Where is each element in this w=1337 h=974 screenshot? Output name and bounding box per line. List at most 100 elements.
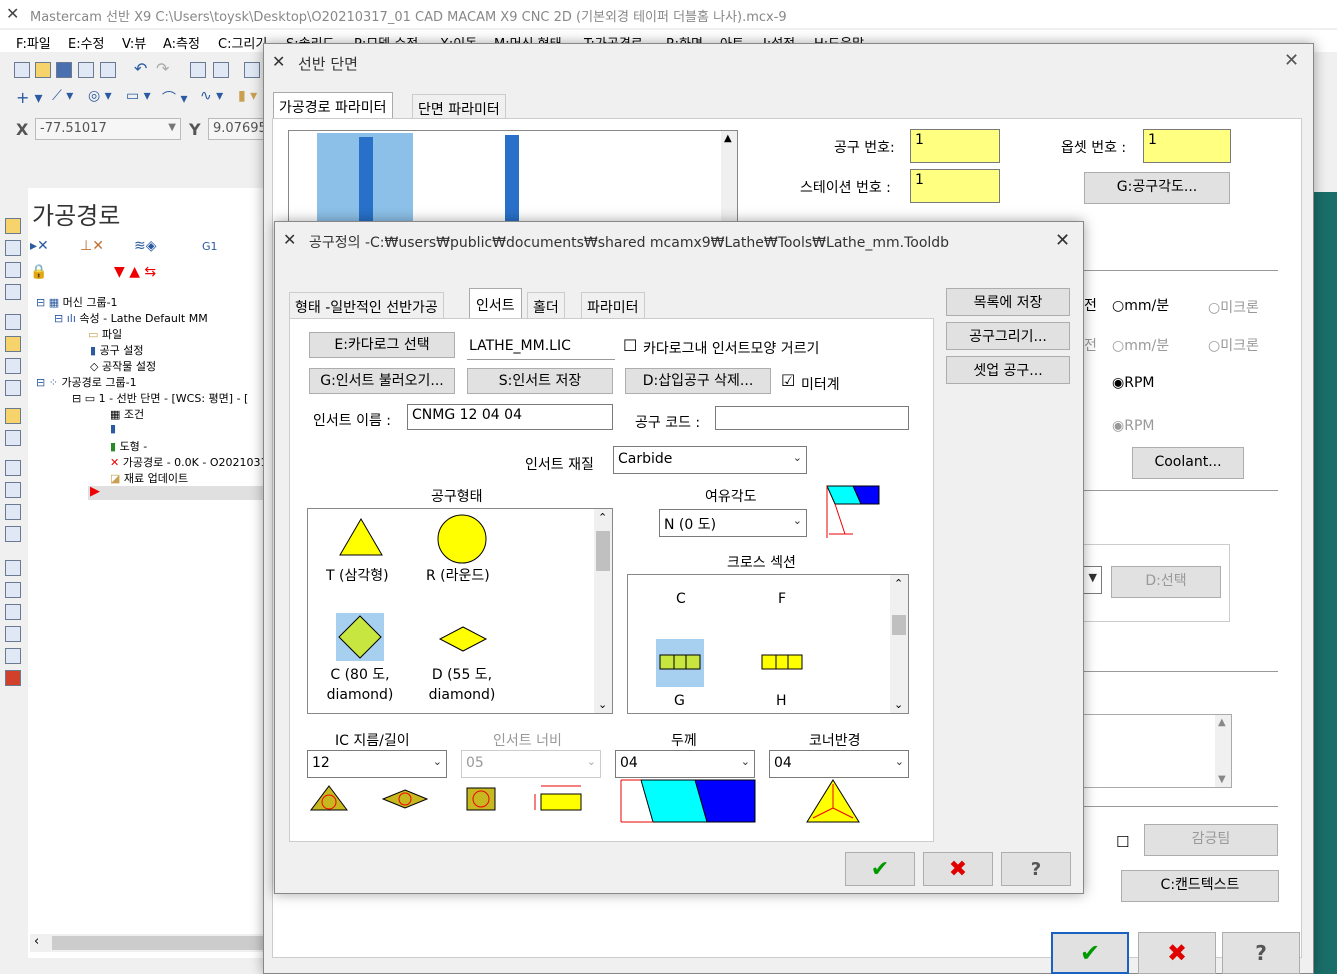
line-icon[interactable]: ⟋ ▾ — [52, 88, 73, 104]
combo-arrow[interactable]: ▼ — [1082, 566, 1102, 594]
redo-icon[interactable]: ↷ — [156, 61, 172, 78]
repaint-icon[interactable] — [244, 62, 260, 78]
scroll-up-icon[interactable]: ⌃ — [894, 577, 903, 590]
station-number-field[interactable]: 1 — [910, 169, 1000, 203]
toolbar-icon-5[interactable] — [5, 314, 21, 330]
plunge-radio-micron[interactable]: ○미크론 — [1208, 335, 1259, 355]
point-icon[interactable]: + ▾ — [16, 88, 43, 107]
scroll-down-icon[interactable]: ⌄ — [598, 698, 607, 711]
lock-icon[interactable]: 🔒 — [30, 264, 47, 280]
spindle-radio-rpm[interactable]: ◉RPM — [1112, 375, 1154, 391]
backplot-icon[interactable]: ≋◈ — [134, 238, 157, 254]
undo-icon[interactable]: ↶ — [134, 61, 150, 78]
corner-radius-select[interactable]: 04 ⌄ — [769, 750, 909, 778]
d-select-button[interactable]: D:선택 — [1111, 566, 1221, 598]
tab-insert[interactable]: 인서트 — [469, 288, 522, 321]
help-button[interactable]: ? — [1001, 852, 1071, 886]
tree-item[interactable]: ⊟ ▭ 1 - 선반 단면 - [WCS: 평면] - [ — [72, 390, 248, 406]
save-to-library-button[interactable]: 목록에 저장 — [946, 288, 1070, 316]
toolbar-icon-14[interactable] — [5, 526, 21, 542]
zoom-window-icon[interactable] — [213, 62, 229, 78]
help-button[interactable]: ? — [1222, 932, 1300, 974]
relief-angle-select[interactable]: N (0 도) ⌄ — [659, 509, 807, 537]
tool-gallery[interactable]: ▲ — [288, 130, 738, 230]
fillet-icon[interactable]: ⌒ ▾ — [162, 88, 187, 108]
material-select[interactable]: Carbide ⌄ — [613, 446, 807, 474]
setup-tool-button[interactable]: 셋업 공구... — [946, 356, 1070, 384]
g1-label[interactable]: G1 — [202, 240, 218, 253]
gallery-scrollbar[interactable]: ▲ — [721, 131, 737, 229]
tree-item[interactable]: ▭ 파일 — [88, 326, 122, 342]
scroll-left-icon[interactable]: ‹ — [34, 934, 39, 949]
toolbar-icon-4[interactable] — [5, 284, 21, 300]
scroll-up-icon[interactable]: ▲ — [1218, 717, 1226, 728]
tree-item[interactable]: ◇ 공작물 설정 — [90, 358, 156, 374]
menu-file[interactable]: F:파일 — [16, 33, 51, 52]
toolbar-icon-16[interactable] — [5, 582, 21, 598]
ic-select[interactable]: 12 ⌄ — [307, 750, 447, 778]
canned-text-button[interactable]: C:캔드텍스트 — [1121, 870, 1279, 902]
fit-icon[interactable] — [190, 62, 206, 78]
menu-analyze[interactable]: A:측정 — [163, 33, 200, 52]
toolbar-icon-10[interactable] — [5, 430, 21, 446]
circle-icon[interactable]: ◎ ▾ — [88, 88, 112, 104]
advanced-button[interactable]: 감긍팀 — [1144, 824, 1278, 856]
spline-icon[interactable]: ∿ ▾ — [200, 88, 223, 104]
toolbar-icon-9[interactable] — [5, 408, 21, 424]
thickness-select[interactable]: 04 ⌄ — [615, 750, 755, 778]
toolbar-icon-20[interactable] — [5, 670, 21, 686]
solid-icon[interactable]: ▮ ▾ — [238, 88, 257, 104]
scroll-thumb[interactable] — [892, 615, 906, 635]
tool-number-field[interactable]: 1 — [910, 129, 1000, 163]
tree-item[interactable]: ▮ 공구 설정 — [90, 342, 144, 358]
toolbar-icon-17[interactable] — [5, 604, 21, 620]
tab-toolpath-params[interactable]: 가공경로 파라미터 — [273, 92, 393, 121]
menu-view[interactable]: V:뷰 — [122, 33, 146, 52]
tree-item[interactable]: ◪ 재료 업데이트 — [110, 470, 188, 486]
scroll-up-icon[interactable]: ⌃ — [598, 511, 607, 524]
get-insert-button[interactable]: G:인서트 불러오기... — [309, 368, 455, 394]
feed-radio-micron[interactable]: ○미크론 — [1208, 297, 1259, 317]
shape-list-scrollbar[interactable]: ⌃ ⌄ — [594, 509, 612, 713]
toolbar-icon-2[interactable] — [5, 240, 21, 256]
comment-box[interactable]: ▲ ▼ — [1082, 714, 1232, 788]
save-insert-button[interactable]: S:인서트 저장 — [467, 368, 613, 394]
tab-parameters[interactable]: 파라미터 — [581, 292, 645, 321]
new-file-icon[interactable] — [14, 62, 30, 78]
print-icon[interactable] — [78, 62, 94, 78]
scroll-thumb[interactable] — [52, 936, 264, 950]
tree-item[interactable]: ⊟ ılı 속성 - Lathe Default MM — [54, 310, 208, 326]
tree-item[interactable]: ▮ — [110, 422, 116, 435]
coord-y-field[interactable]: 9.07695 — [208, 118, 268, 140]
toolbar-icon-18[interactable] — [5, 626, 21, 642]
checkbox-icon[interactable]: ☐ — [1116, 833, 1129, 851]
tool-item-selected[interactable] — [317, 133, 413, 229]
toolbar-icon-3[interactable] — [5, 262, 21, 278]
toolbar-icon-13[interactable] — [5, 504, 21, 520]
tool-code-field[interactable] — [715, 406, 909, 430]
manager-hscroll[interactable]: ‹ — [30, 934, 266, 952]
rectangle-icon[interactable]: ▭ ▾ — [126, 88, 151, 104]
toolbar-icon-8[interactable] — [5, 380, 21, 396]
select-all-icon[interactable]: ▸✕ — [30, 238, 49, 254]
shape-list[interactable]: T (삼각형) R (라운드) C (80 도, diamond) D (55 … — [307, 508, 613, 714]
cross-list-scrollbar[interactable]: ⌃ ⌄ — [890, 575, 908, 713]
feed-radio-mm-min[interactable]: ○mm/분 — [1112, 295, 1169, 315]
ok-button[interactable]: ✔ — [845, 852, 915, 886]
open-file-icon[interactable] — [35, 62, 51, 78]
draw-tool-button[interactable]: 공구그리기... — [946, 322, 1070, 350]
menu-edit[interactable]: E:수정 — [68, 33, 105, 52]
tree-item[interactable]: ⊟ ▦ 머신 그룹-1 — [36, 294, 118, 310]
insert-name-field[interactable]: CNMG 12 04 04 — [407, 404, 613, 430]
close-icon[interactable]: ✕ — [1284, 50, 1299, 71]
toolbar-icon-6[interactable] — [5, 336, 21, 352]
scroll-up-icon[interactable]: ▲ — [724, 133, 732, 144]
scroll-thumb[interactable] — [596, 531, 610, 571]
offset-number-field[interactable]: 1 — [1143, 129, 1231, 163]
ok-button[interactable]: ✔ — [1051, 932, 1129, 974]
metric-checkbox-icon[interactable]: ☑ — [781, 371, 795, 390]
insert-arrow-row[interactable]: ▶ — [88, 484, 266, 500]
save-icon[interactable] — [56, 62, 72, 78]
tool-angle-button[interactable]: G:공구각도... — [1084, 172, 1230, 204]
checkbox-icon[interactable]: ☐ — [623, 336, 637, 355]
